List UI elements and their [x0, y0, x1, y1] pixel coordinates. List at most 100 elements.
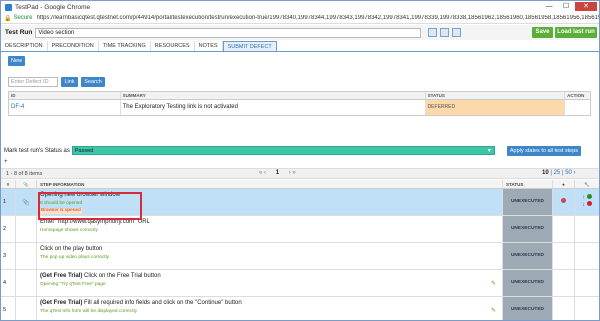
tab-submit-defect[interactable]: SUBMIT DEFECT — [222, 41, 277, 51]
pagination-bar: 1 - 8 of 8 items « ‹ 1 › » 10 | 25 | 50 … — [1, 168, 599, 179]
bug-cell — [553, 297, 575, 320]
attachment-icon[interactable]: 📎 — [16, 189, 37, 215]
step-description: Click on the play button — [40, 246, 103, 252]
step-row[interactable]: 3 Click on the play button The pop up vi… — [1, 243, 599, 270]
first-page-icon[interactable]: « — [259, 170, 262, 176]
attachment-icon[interactable] — [16, 270, 37, 296]
step-tools — [575, 270, 599, 296]
page-size-50[interactable]: 50 — [565, 170, 572, 176]
app-icon — [5, 3, 12, 11]
col-step-status: STATUS — [503, 180, 553, 188]
defect-action[interactable] — [565, 100, 590, 115]
step-info[interactable]: (Get Free Trial) Fill all required info … — [37, 297, 503, 320]
chevron-down-icon: ▼ — [486, 148, 492, 154]
bug-cell — [553, 216, 575, 242]
step-bold-prefix: (Get Free Trial) — [40, 273, 83, 279]
annotation-highlight-box — [38, 192, 142, 220]
bug-icon[interactable] — [553, 189, 575, 215]
step-text: Click on the Free Trial button — [82, 273, 161, 279]
defect-summary: The Exploratory Testing link is not acti… — [121, 100, 426, 115]
defect-id-link[interactable]: DF-4 — [9, 100, 121, 115]
attachment-icon[interactable] — [16, 243, 37, 269]
size-separator: | — [550, 170, 552, 176]
step-status[interactable]: UNEXECUTED — [503, 270, 553, 296]
step-status[interactable]: UNEXECUTED — [503, 297, 553, 320]
step-number: 4 — [1, 270, 16, 296]
expand-plus-icon[interactable]: + — [4, 159, 8, 165]
step-row[interactable]: 2 Enter "http://www.qasymphony.com" URL … — [1, 216, 599, 243]
page-size-options: 10 | 25 | 50 › — [542, 170, 576, 176]
defect-id-input[interactable]: Enter Defect ID — [8, 77, 58, 87]
save-button[interactable]: Save — [532, 27, 553, 38]
move-up-icon[interactable]: ↑ — [582, 195, 585, 201]
expected-result: Homepage shows correctly — [40, 228, 98, 233]
window-controls: — ☐ ✕ — [541, 2, 597, 11]
edit-icon[interactable]: ✎ — [491, 307, 496, 314]
step-info[interactable]: Click on the play button The pop up vide… — [37, 243, 503, 269]
toolbar-icons — [428, 28, 462, 37]
apply-all-steps-button[interactable]: Apply states to all test steps — [506, 145, 582, 156]
attachment-icon[interactable] — [16, 216, 37, 242]
step-tools[interactable]: ↑ ↓ — [575, 189, 599, 215]
close-icon[interactable]: ✕ — [575, 2, 597, 11]
col-num: # — [1, 180, 16, 188]
mark-status-label: Mark test run's Status as — [4, 147, 70, 154]
url-text[interactable]: https://learnbasicqtest.qtestnet.com/p/4… — [37, 15, 600, 21]
remove-step-icon[interactable] — [586, 201, 592, 206]
defect-row[interactable]: DF-4 The Exploratory Testing link is not… — [9, 100, 590, 115]
step-description: (Get Free Trial) Fill all required info … — [40, 299, 502, 307]
step-tools — [575, 216, 599, 242]
search-button[interactable]: Search — [81, 77, 105, 87]
step-number: 5 — [1, 297, 16, 320]
grid-view-icon[interactable] — [428, 28, 438, 37]
edit-icon[interactable]: ✎ — [491, 280, 496, 287]
attachment-icon[interactable] — [16, 297, 37, 320]
tab-description[interactable]: DESCRIPTION — [1, 41, 48, 51]
prev-page-icon[interactable]: ‹ — [264, 170, 266, 176]
col-status: STATUS — [426, 92, 566, 99]
step-number: 2 — [1, 216, 16, 242]
minimize-icon[interactable]: — — [541, 2, 557, 11]
step-info[interactable]: (Get Free Trial) Click on the Free Trial… — [37, 270, 503, 296]
split-view-icon[interactable] — [452, 28, 462, 37]
tab-notes[interactable]: NOTES — [195, 41, 223, 51]
current-page: 1 — [275, 170, 280, 176]
address-bar[interactable]: 🔒 Secure https://learnbasicqtest.qtestne… — [1, 13, 599, 24]
col-summary: SUMMARY — [121, 92, 426, 99]
test-run-label: Test Run — [5, 29, 33, 36]
link-button[interactable]: Link — [61, 77, 78, 87]
defect-table-header: ID SUMMARY STATUS ACTION — [9, 92, 590, 100]
test-run-name-field[interactable]: Video section — [35, 27, 422, 38]
new-defect-button[interactable]: New — [8, 56, 25, 66]
step-status[interactable]: UNEXECUTED — [503, 189, 553, 215]
run-status-select[interactable]: Passed ▼ — [71, 146, 495, 155]
add-step-icon[interactable] — [586, 194, 592, 199]
last-page-icon[interactable]: » — [292, 170, 295, 176]
defect-status: DEFERRED — [425, 100, 566, 115]
tab-time-tracking[interactable]: TIME TRACKING — [99, 41, 151, 51]
tab-resources[interactable]: RESOURCES — [151, 41, 195, 51]
title-bar: TestPad - Google Chrome — ☐ ✕ — [1, 1, 599, 13]
page-size-25[interactable]: 25 — [554, 170, 561, 176]
step-row[interactable]: 4 (Get Free Trial) Click on the Free Tri… — [1, 270, 599, 297]
attachment-header-icon: 📎 — [16, 180, 37, 188]
item-count: 1 - 8 of 8 items — [6, 171, 43, 177]
step-status[interactable]: UNEXECUTED — [503, 216, 553, 242]
size-separator: | — [561, 170, 564, 176]
step-status[interactable]: UNEXECUTED — [503, 243, 553, 269]
tab-precondition[interactable]: PRECONDITION — [48, 41, 99, 51]
page-nav: « ‹ 1 › » — [259, 170, 296, 176]
move-down-icon[interactable]: ↓ — [582, 202, 585, 208]
tab-bar: DESCRIPTION PRECONDITION TIME TRACKING R… — [1, 41, 599, 52]
page-size-next-icon[interactable]: › — [574, 170, 576, 176]
next-page-icon[interactable]: › — [289, 170, 291, 176]
test-run-bar: Test Run Video section Save Load last ru… — [1, 25, 599, 40]
page-size-10[interactable]: 10 — [542, 170, 549, 176]
step-row[interactable]: 5 (Get Free Trial) Fill all required inf… — [1, 297, 599, 320]
list-view-icon[interactable] — [440, 28, 450, 37]
mark-status-bar: Mark test run's Status as Passed ▼ Apply… — [1, 145, 599, 156]
maximize-icon[interactable]: ☐ — [558, 2, 574, 11]
load-last-run-button[interactable]: Load last run — [555, 27, 597, 38]
bug-cell — [553, 243, 575, 269]
expected-result: Opening "Try qTest Free" page — [40, 282, 106, 287]
